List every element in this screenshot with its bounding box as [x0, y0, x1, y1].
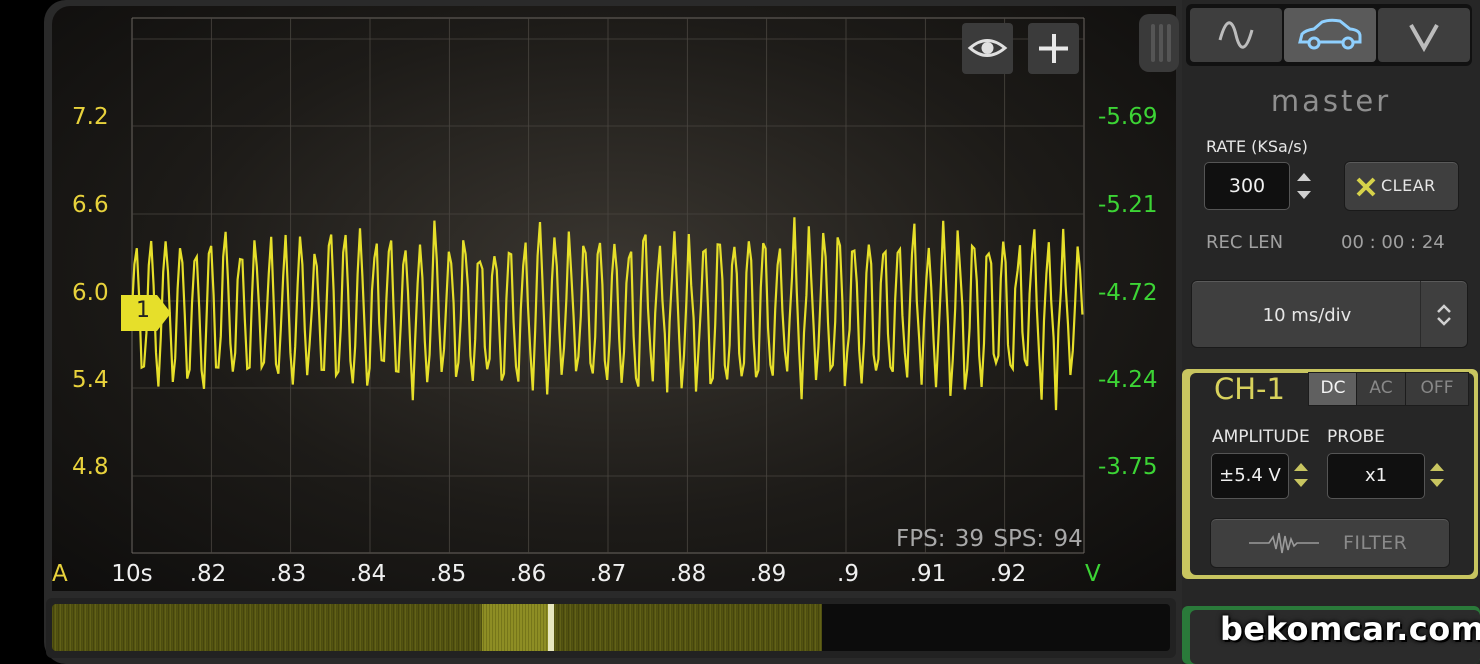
x-tick-label: .86 — [509, 561, 547, 587]
visibility-button[interactable] — [962, 23, 1013, 74]
oscilloscope-canvas[interactable] — [0, 0, 1180, 600]
sine-wave-icon — [1218, 21, 1254, 49]
x-tick-label: .87 — [589, 561, 627, 587]
probe-value: x1 — [1364, 465, 1388, 486]
timebase-stepper-icon — [1437, 304, 1451, 326]
right-tick-label: -5.21 — [1098, 192, 1158, 218]
x-tick-label: .89 — [749, 561, 787, 587]
x-tick-label: .88 — [669, 561, 707, 587]
amplitude-stepper[interactable] — [1289, 454, 1315, 496]
timeline-view-window[interactable] — [482, 604, 552, 651]
filter-button[interactable]: FILTER — [1210, 518, 1450, 568]
mode-tabbar — [1186, 4, 1472, 66]
timebase-select[interactable]: 10 ms/div — [1191, 280, 1468, 348]
add-button[interactable] — [1028, 23, 1079, 74]
x-tick-label: 10s — [111, 561, 153, 587]
coupling-ac[interactable]: AC — [1356, 372, 1406, 406]
timeline-recorded-region — [52, 604, 822, 651]
x-tick-label: .85 — [429, 561, 467, 587]
right-tick-label: -3.75 — [1098, 454, 1158, 480]
fps-label: FPS: 39 — [896, 526, 985, 552]
rate-value: 300 — [1228, 175, 1266, 197]
timeline-cursor[interactable] — [548, 604, 554, 651]
x-tick-label: .91 — [909, 561, 947, 587]
right-tick-label: -4.24 — [1098, 367, 1158, 393]
left-tick-label: 5.4 — [72, 367, 109, 393]
channel-1-title: CH-1 — [1214, 372, 1285, 406]
left-tick-label: 4.8 — [72, 454, 109, 480]
right-axis-unit: V — [1085, 561, 1101, 587]
coupling-off[interactable]: OFF — [1405, 372, 1469, 406]
fps-readout: FPS: 39 SPS: 94 — [896, 526, 1083, 552]
filter-label: FILTER — [1343, 532, 1408, 554]
tab-signal[interactable] — [1190, 8, 1282, 62]
channel-1-trace — [130, 217, 1084, 411]
clear-label: CLEAR — [1381, 176, 1436, 195]
coupling-dc[interactable]: DC — [1308, 372, 1358, 406]
left-axis-unit: A — [52, 561, 68, 587]
panel-drag-handle[interactable] — [1139, 14, 1179, 72]
clear-button[interactable]: CLEAR — [1344, 161, 1459, 211]
rec-len-value: 00 : 00 : 24 — [1341, 232, 1445, 253]
clear-x-icon — [1356, 177, 1376, 197]
probe-stepper[interactable] — [1425, 454, 1451, 496]
amplitude-label: AMPLITUDE — [1212, 427, 1310, 447]
rate-input[interactable]: 300 — [1204, 162, 1290, 210]
amplitude-value: ±5.4 V — [1219, 465, 1281, 486]
watermark: bekomcar.com — [1220, 610, 1480, 648]
channel-marker-label: 1 — [136, 298, 150, 323]
left-tick-label: 6.0 — [72, 280, 109, 306]
plus-icon — [1039, 34, 1068, 63]
timebase-value: 10 ms/div — [1262, 305, 1352, 326]
x-tick-label: .84 — [349, 561, 387, 587]
x-tick-label: .9 — [837, 561, 859, 587]
tab-voltage[interactable] — [1378, 8, 1470, 62]
left-tick-label: 7.2 — [72, 104, 109, 130]
probe-label: PROBE — [1327, 427, 1385, 447]
record-timeline[interactable] — [46, 598, 1176, 658]
amplitude-input[interactable]: ±5.4 V — [1211, 453, 1289, 499]
rate-stepper[interactable] — [1291, 164, 1317, 208]
rec-len-label: REC LEN — [1206, 232, 1284, 253]
car-icon — [1298, 18, 1362, 50]
probe-input[interactable]: x1 — [1327, 453, 1425, 499]
filter-waveform-icon — [1249, 532, 1319, 554]
chevron-down-icon — [1409, 24, 1439, 53]
x-tick-label: .83 — [269, 561, 307, 587]
x-tick-label: .82 — [189, 561, 227, 587]
x-tick-label: .92 — [989, 561, 1027, 587]
eye-icon — [967, 39, 1008, 57]
tab-automotive[interactable] — [1284, 8, 1376, 62]
left-tick-label: 6.6 — [72, 192, 109, 218]
rate-label: RATE (KSa/s) — [1206, 137, 1308, 156]
right-tick-label: -4.72 — [1098, 280, 1158, 306]
master-title: master — [1270, 84, 1392, 118]
sps-label: SPS: 94 — [993, 526, 1083, 552]
right-tick-label: -5.69 — [1098, 104, 1158, 130]
